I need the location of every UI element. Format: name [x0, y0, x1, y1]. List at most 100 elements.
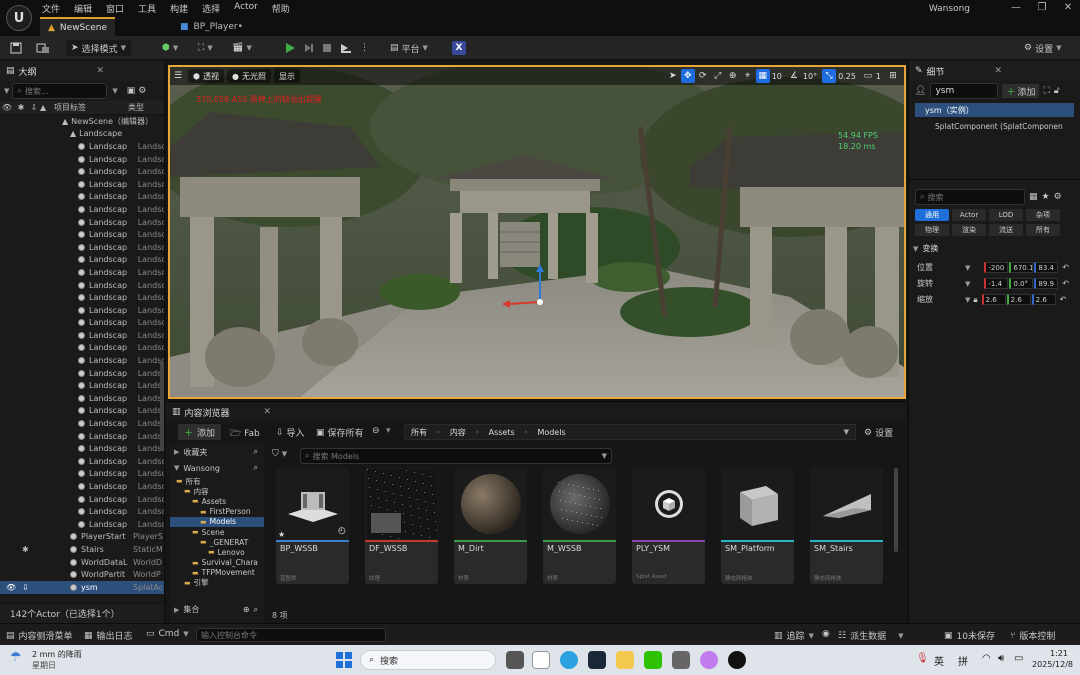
outliner-row-landscape[interactable]: Landscap Landsc	[0, 216, 164, 229]
outliner-row-landscape[interactable]: Landscap Landsc	[0, 266, 164, 279]
show-button[interactable]: 显示	[273, 69, 300, 83]
grid-snap-icon[interactable]: ▦	[755, 69, 770, 83]
angle-snap-icon[interactable]: ∡	[787, 69, 801, 83]
folder-tree-item[interactable]: ▬ TFPMovement	[170, 568, 264, 578]
unity-icon[interactable]	[672, 651, 690, 669]
translate-icon[interactable]: ✥	[680, 69, 695, 83]
menu-item[interactable]: 工具	[138, 2, 156, 15]
unsaved-button[interactable]: ▣ 10未保存	[944, 629, 995, 643]
level-viewport[interactable]: ☰ ⬢ 透视 ● 无光照 显示 ➤ ✥ ⟳ ⤢ ⊕ ⌖ ▦ 10 ∡ 10° ⤡	[168, 65, 906, 399]
save-icon[interactable]	[10, 40, 22, 56]
outliner-row-landscape[interactable]: Landscap Landsc	[0, 354, 164, 367]
folder-tree-item[interactable]: ▬ Assets	[170, 496, 264, 506]
weather-text[interactable]: 2 mm 的降雨	[32, 649, 82, 660]
fab-button[interactable]: 🗁︎ Fab	[230, 426, 260, 442]
perspective-button[interactable]: ⬢ 透视	[188, 69, 224, 83]
breadcrumb-item[interactable]: Assets	[489, 428, 515, 437]
breadcrumb-item[interactable]: 所有	[411, 427, 427, 438]
tab-newscene[interactable]: ▲ NewScene	[40, 17, 115, 36]
scale-icon[interactable]: ⤢	[711, 69, 725, 83]
outliner-row-landscape[interactable]: Landscap Landsc	[0, 505, 164, 518]
rotation-y-input[interactable]: 0.0°	[1009, 278, 1034, 289]
menu-item[interactable]: 文件	[42, 2, 60, 15]
camera-speed-value[interactable]: 1	[876, 72, 881, 81]
folder-tree-item[interactable]: ▬ 所有	[170, 476, 264, 486]
asset-tile[interactable]: BP_WSSB 蓝图类 ★ ◴	[276, 468, 349, 584]
lock-icon[interactable]: ⇩	[28, 103, 40, 112]
unreal-taskbar-icon[interactable]	[728, 651, 746, 669]
asset-tile[interactable]: SM_Stairs 静态网格体	[810, 468, 883, 584]
outliner-row[interactable]: WorldPartit WorldP	[0, 568, 164, 581]
rotation-x-input[interactable]: -1.4	[984, 278, 1009, 289]
maximize-icon[interactable]: ❐	[1030, 2, 1054, 16]
outliner-row-landscape[interactable]: Landscap Landsc	[0, 392, 164, 405]
menu-item[interactable]: 帮助	[272, 2, 290, 15]
outliner-row-landscape[interactable]: Landscap Landsc	[0, 191, 164, 204]
task-view-icon[interactable]	[506, 651, 524, 669]
component-row-splat[interactable]: SplatComponent (SplatComponen	[915, 119, 1074, 133]
eject-icon[interactable]	[340, 40, 352, 56]
transform-section-header[interactable]: ▼ 变换	[913, 243, 938, 254]
play-options-icon[interactable]: ⋮	[360, 40, 369, 56]
scene-row[interactable]: ▲ NewScene（编辑器）	[0, 115, 164, 128]
blueprint-icon[interactable]: ⛶	[1043, 86, 1049, 96]
visibility-icon[interactable]: 👁︎	[6, 583, 22, 592]
trace-button[interactable]: ▥ 追踪 ▼	[774, 629, 814, 643]
menu-item[interactable]: 窗口	[106, 2, 124, 15]
breadcrumb-item[interactable]: Models	[537, 428, 565, 437]
outliner-row-landscape[interactable]: Landscap Landsc	[0, 165, 164, 178]
close-icon[interactable]: ✕	[994, 66, 1002, 76]
outliner-row[interactable]: WorldDataL WorldD	[0, 556, 164, 569]
scale-x-input[interactable]: 2.6	[981, 294, 1006, 305]
outliner-scrollbar[interactable]	[160, 361, 164, 451]
menu-item[interactable]: 选择	[202, 2, 220, 15]
outliner-row-landscape[interactable]: Landscap Landsc	[0, 317, 164, 330]
volume-icon[interactable]: 🔊︎	[998, 653, 1004, 664]
folder-tree-item[interactable]: ▬ Survival_Chara	[170, 558, 264, 568]
grid-snap-value[interactable]: 10	[772, 72, 782, 81]
content-icon[interactable]	[36, 40, 50, 56]
select-cursor-icon[interactable]: ➤	[666, 69, 680, 83]
world-icon[interactable]: ⊕	[726, 69, 740, 83]
location-x-input[interactable]: -200	[984, 262, 1009, 273]
windows-start-icon[interactable]	[336, 652, 352, 668]
battery-icon[interactable]: ▭	[1014, 653, 1023, 664]
pin-icon[interactable]: ⇩	[22, 583, 70, 592]
ime-pinyin-label[interactable]: 拼	[958, 653, 968, 668]
asset-tile[interactable]: PLY_YSM Splat Asset	[632, 468, 705, 584]
actor-name-input[interactable]: ysm	[930, 83, 999, 99]
maximize-viewport-icon[interactable]: ⊞	[886, 69, 900, 83]
lock-icon[interactable]: 🔒︎	[973, 295, 977, 305]
content-add-button[interactable]: ＋ 添加	[178, 424, 222, 440]
favorites-row[interactable]: ▶ 收藏夹 ⌕	[170, 444, 264, 460]
record-icon[interactable]: ◉	[822, 629, 830, 639]
gear-icon[interactable]: ⚙	[1054, 192, 1062, 202]
collections-row[interactable]: ▶ 集合 ⊕ ⌕	[174, 604, 262, 615]
location-z-input[interactable]: 83.4	[1034, 262, 1059, 273]
outliner-row[interactable]: ✱ Stairs StaticM	[0, 543, 164, 556]
filter-chip[interactable]: 流送	[989, 224, 1023, 236]
add-actor-button[interactable]: ⬢ ▼	[162, 40, 178, 56]
rotate-icon[interactable]: ⟳	[696, 69, 710, 83]
asset-scrollbar[interactable]	[894, 468, 898, 552]
wifi-icon[interactable]: ◠	[982, 653, 991, 664]
outliner-row-landscape[interactable]: Landscap Landsc	[0, 304, 164, 317]
outliner-row-landscape[interactable]: Landscap Landsc	[0, 241, 164, 254]
chevron-down-icon[interactable]: ▼	[965, 296, 970, 304]
table-view-icon[interactable]: ▦	[1029, 192, 1038, 202]
folder-tree-item[interactable]: ▬ 内容	[170, 486, 264, 496]
add-folder-icon[interactable]: ▣	[127, 86, 136, 96]
star-icon[interactable]: ★	[1042, 192, 1050, 202]
search-icon[interactable]: ⌕	[254, 463, 258, 473]
filter-chip[interactable]: 物理	[915, 224, 949, 236]
asset-search-input[interactable]: ⌕ 搜索 Models ▼	[300, 448, 612, 464]
select-mode-button[interactable]: ➤ 选择模式 ▼	[66, 40, 131, 56]
history-back-icon[interactable]: ⊖	[372, 426, 380, 436]
menu-item[interactable]: Actor	[234, 2, 258, 15]
blueprint-button[interactable]: ⛶ ▼	[198, 40, 213, 56]
outliner-row[interactable]: PlayerStart PlayerS	[0, 531, 164, 544]
outliner-row-landscape[interactable]: Landscap Landsc	[0, 417, 164, 430]
outliner-row-landscape[interactable]: Landscap Landsc	[0, 430, 164, 443]
search-icon[interactable]: ⌕	[254, 605, 258, 615]
angle-snap-value[interactable]: 10°	[803, 72, 817, 81]
